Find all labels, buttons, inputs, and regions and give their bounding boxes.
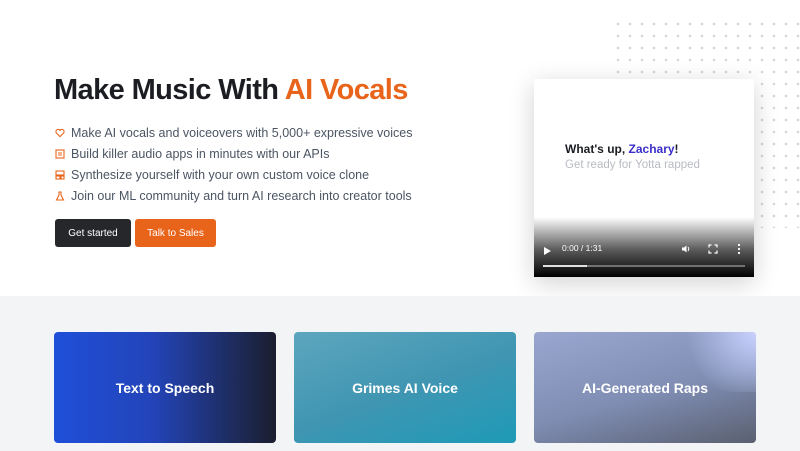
card-ai-generated-raps[interactable]: AI-Generated Raps xyxy=(534,332,756,443)
video-subline: Get ready for Yotta rapped xyxy=(565,159,700,171)
card-label: AI-Generated Raps xyxy=(581,379,709,396)
greeting-punctuation: ! xyxy=(674,142,679,156)
feature-text: Make AI vocals and voiceovers with 5,000… xyxy=(71,125,413,140)
title-accent: AI Vocals xyxy=(284,74,409,106)
code-icon xyxy=(55,148,65,159)
feature-list: Make AI vocals and voiceovers with 5,000… xyxy=(55,122,413,206)
feature-text: Synthesize yourself with your own custom… xyxy=(71,167,370,182)
play-icon[interactable] xyxy=(544,247,551,255)
video-progress-fill xyxy=(543,265,588,267)
video-progress-track[interactable] xyxy=(543,265,745,267)
greeting-text: What's up, xyxy=(565,142,629,156)
greeting-name: Zachary xyxy=(628,142,675,156)
feature-item: Synthesize yourself with your own custom… xyxy=(55,164,413,185)
feature-item: Build killer audio apps in minutes with … xyxy=(55,143,413,164)
page-title: Make Music With AI Vocals xyxy=(54,74,408,107)
hero-section: Make Music With AI Vocals Make AI vocals… xyxy=(0,0,800,296)
feature-item: Join our ML community and turn AI resear… xyxy=(55,185,413,206)
video-player[interactable]: What's up, Zachary! Get ready for Yotta … xyxy=(534,79,754,277)
fullscreen-icon[interactable] xyxy=(708,244,718,254)
more-options-icon[interactable] xyxy=(737,243,741,255)
title-main: Make Music With xyxy=(54,74,285,106)
feature-item: Make AI vocals and voiceovers with 5,000… xyxy=(55,122,413,143)
video-greeting: What's up, Zachary! xyxy=(565,142,679,156)
card-label: Grimes AI Voice xyxy=(352,379,458,396)
volume-icon[interactable] xyxy=(681,244,691,254)
feature-text: Build killer audio apps in minutes with … xyxy=(71,146,330,161)
card-text-to-speech[interactable]: Text to Speech xyxy=(54,332,276,443)
video-controls: 0:00 / 1:31 xyxy=(534,217,754,277)
heart-icon xyxy=(55,128,65,138)
video-time: 0:00 / 1:31 xyxy=(562,243,603,253)
feature-text: Join our ML community and turn AI resear… xyxy=(71,188,412,203)
flask-icon xyxy=(55,190,65,201)
clone-icon xyxy=(55,169,65,180)
talk-to-sales-button[interactable]: Talk to Sales xyxy=(135,219,216,247)
card-label: Text to Speech xyxy=(115,379,215,396)
get-started-button[interactable]: Get started xyxy=(55,219,131,247)
card-grimes-ai-voice[interactable]: Grimes AI Voice xyxy=(294,332,516,443)
